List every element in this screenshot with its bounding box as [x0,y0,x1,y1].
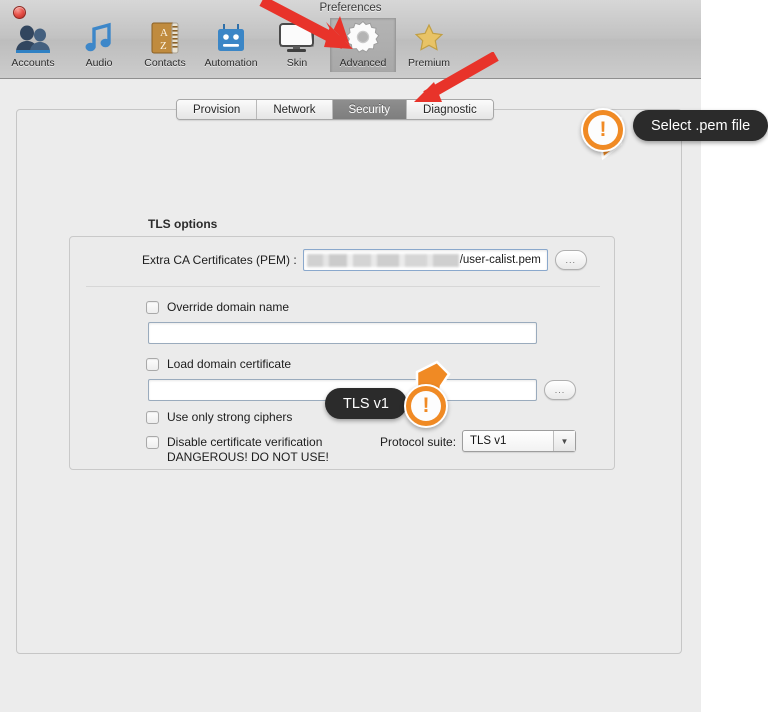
callout-label: TLS v1 [325,388,407,419]
toolbar-item-audio[interactable]: Audio [66,18,132,72]
override-domain-name-label: Override domain name [167,300,290,314]
toolbar-item-accounts[interactable]: Accounts [0,18,66,72]
skin-monitor-icon [278,20,316,54]
automation-robot-icon [215,20,247,54]
toolbar-item-automation[interactable]: Automation [198,18,264,72]
chevron-down-icon[interactable]: ▼ [553,431,575,451]
disable-verification-warning: DANGEROUS! DO NOT USE! [167,450,329,464]
window-title: Preferences [319,2,382,14]
toolbar-item-premium[interactable]: Premium [396,18,462,72]
toolbar-item-label: Premium [407,57,450,69]
toolbar-item-label: Automation [204,57,258,69]
toolbar-item-skin[interactable]: Skin [264,18,330,72]
tab-bar: Provision Network Security Diagnostic [176,99,494,120]
toolbar-items: Accounts Audio A Z Contacts Automation S… [0,18,462,72]
contacts-book-icon: A Z [151,20,179,54]
protocol-suite-value: TLS v1 [470,435,507,447]
premium-star-icon [413,20,445,54]
tab-provision[interactable]: Provision [177,100,258,119]
pem-row: Extra CA Certificates (PEM) : /user-cali… [70,245,616,275]
disable-verification-label: Disable certificate verification DANGERO… [167,435,329,465]
advanced-gear-icon [346,20,380,54]
pem-label: Extra CA Certificates (PEM) : [142,253,297,267]
toolbar: Preferences Accounts Audio A Z Contacts … [0,0,701,79]
svg-text:A: A [160,27,168,39]
exclamation-mark: ! [588,115,618,145]
toolbar-item-label: Audio [85,57,113,69]
toolbar-item-contacts[interactable]: A Z Contacts [132,18,198,72]
callout-label: Select .pem file [633,110,768,141]
protocol-suite-select[interactable]: TLS v1 ▼ [462,430,576,452]
disable-verification-row[interactable]: Disable certificate verification DANGERO… [146,435,329,465]
divider [86,286,600,287]
load-domain-certificate-row[interactable]: Load domain certificate [146,357,291,372]
strong-ciphers-row[interactable]: Use only strong ciphers [146,410,292,425]
exclamation-badge-icon: ! [575,102,631,158]
disable-verification-checkbox[interactable] [146,436,159,449]
override-domain-name-input[interactable] [148,322,537,344]
strong-ciphers-label: Use only strong ciphers [167,410,293,424]
redacted-path-block [306,253,459,267]
protocol-suite-label: Protocol suite: [380,435,457,449]
tab-security[interactable]: Security [332,100,408,119]
tab-network[interactable]: Network [257,100,333,119]
load-domain-certificate-label: Load domain certificate [167,357,292,371]
tls-options-heading: TLS options [148,217,218,231]
badge-ring: ! [404,384,448,428]
exclamation-badge-icon: ! [398,378,454,434]
toolbar-item-label: Skin [286,57,308,69]
accounts-icon [14,20,52,54]
toolbar-item-advanced[interactable]: Advanced [330,18,396,72]
toolbar-item-label: Contacts [144,57,186,69]
tab-diagnostic[interactable]: Diagnostic [407,100,493,119]
override-domain-name-row[interactable]: Override domain name [146,300,289,315]
svg-text:Z: Z [160,40,167,52]
override-domain-name-checkbox[interactable] [146,301,159,314]
tls-options-group: Extra CA Certificates (PEM) : /user-cali… [69,236,615,470]
disable-verification-text: Disable certificate verification [167,435,323,449]
toolbar-item-label: Accounts [11,57,55,69]
load-domain-certificate-checkbox[interactable] [146,358,159,371]
strong-ciphers-checkbox[interactable] [146,411,159,424]
pem-path-value: /user-calist.pem [459,254,541,266]
audio-note-icon [83,20,115,54]
badge-ring: ! [581,108,625,152]
load-domain-certificate-browse-button[interactable]: ... [544,380,576,400]
pem-browse-button[interactable]: ... [554,250,587,270]
pem-path-input[interactable]: /user-calist.pem [302,249,548,271]
toolbar-item-label: Advanced [339,57,387,69]
exclamation-mark: ! [411,391,441,421]
